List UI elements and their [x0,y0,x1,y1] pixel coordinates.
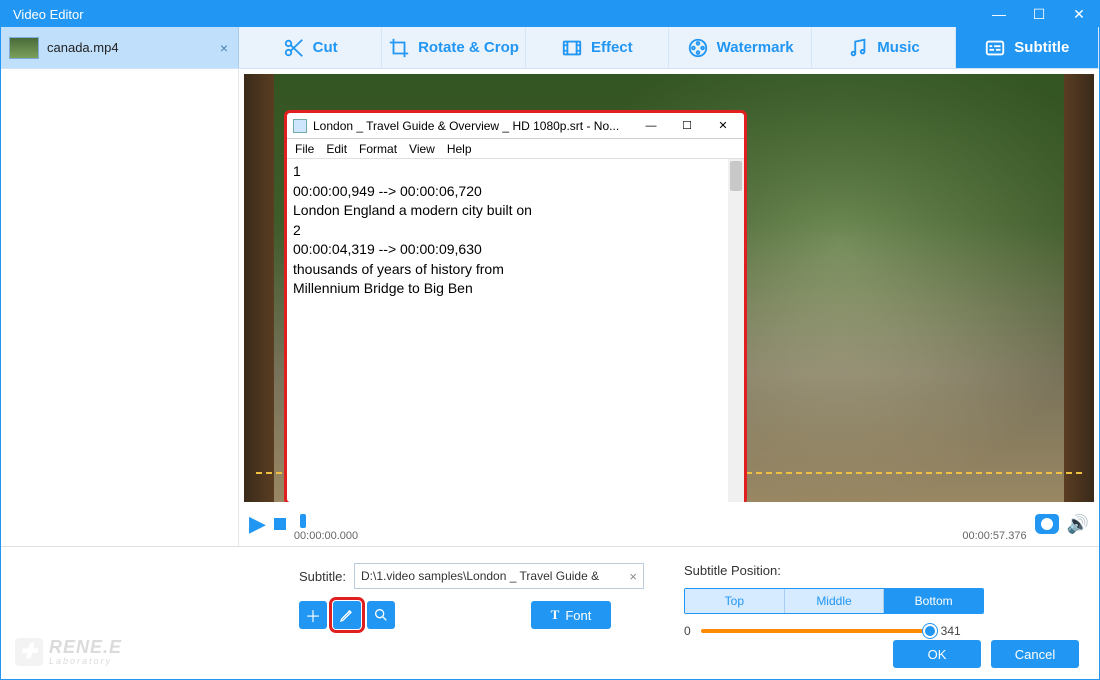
dialog-buttons: OK Cancel [893,640,1079,668]
scrollbar-thumb[interactable] [730,161,742,191]
position-middle[interactable]: Middle [785,589,885,613]
notepad-window: London _ Travel Guide & Overview _ HD 10… [284,110,747,502]
notepad-app-icon [293,119,307,133]
position-bottom[interactable]: Bottom [884,589,983,613]
music-note-icon [847,37,869,59]
tab-label: Cut [313,39,338,56]
tab-label: Watermark [717,39,794,56]
notepad-text: 1 00:00:00,949 --> 00:00:06,720 London E… [293,163,532,296]
notepad-close-button[interactable]: ✕ [708,116,738,136]
position-top[interactable]: Top [685,589,785,613]
titlebar: Video Editor — ☐ ✕ [1,1,1099,27]
stop-button[interactable] [274,518,286,530]
notepad-menu-file[interactable]: File [295,142,314,156]
notepad-menu-format[interactable]: Format [359,142,397,156]
tab-label: Music [877,39,920,56]
notepad-menubar: File Edit Format View Help [287,139,744,159]
scissors-icon [283,37,305,59]
notepad-body[interactable]: 1 00:00:00,949 --> 00:00:06,720 London E… [287,159,744,502]
logo-plus-icon: ✚ [15,638,43,666]
notepad-titlebar[interactable]: London _ Travel Guide & Overview _ HD 10… [287,113,744,139]
position-segmented: Top Middle Bottom [684,588,984,614]
crop-icon [388,37,410,59]
search-icon [373,607,389,623]
tab-label: Subtitle [1014,39,1069,56]
bottom-panel: Subtitle: D:\1.video samples\London _ Tr… [1,546,1099,680]
notepad-menu-edit[interactable]: Edit [326,142,347,156]
notepad-maximize-button[interactable]: ☐ [672,116,702,136]
subtitle-icon [984,37,1006,59]
topbar: canada.mp4 × Cut Rotate & Crop Effect Wa… [1,27,1099,69]
slider-knob[interactable] [923,624,937,638]
subtitle-path-input[interactable]: D:\1.video samples\London _ Travel Guide… [354,563,644,589]
clear-path-icon[interactable]: × [629,569,637,584]
sidebar [1,69,239,546]
tab-cut[interactable]: Cut [239,27,382,68]
tool-tabs: Cut Rotate & Crop Effect Watermark Music… [239,27,1099,68]
brand-sub: Laboratory [49,656,122,666]
notepad-menu-help[interactable]: Help [447,142,472,156]
film-icon [561,37,583,59]
maximize-button[interactable]: ☐ [1019,1,1059,27]
tab-label: Effect [591,39,633,56]
window-title: Video Editor [13,7,84,22]
search-subtitle-button[interactable] [367,601,395,629]
timeline-knob[interactable] [300,514,306,528]
file-name: canada.mp4 [47,40,119,55]
subtitle-path-text: D:\1.video samples\London _ Travel Guide… [361,569,599,583]
workarea: Subtitle London _ Travel Guide & Overvie… [1,69,1099,546]
brand-logo: ✚ RENE.E Laboratory [15,637,122,666]
add-subtitle-button[interactable]: ＋ [299,601,327,629]
cancel-button[interactable]: Cancel [991,640,1079,668]
volume-icon[interactable]: 🔊 [1067,514,1089,535]
slider-min: 0 [684,624,691,638]
preview-pane: Subtitle London _ Travel Guide & Overvie… [239,69,1099,546]
time-end: 00:00:57.376 [962,530,1026,542]
tab-effect[interactable]: Effect [526,27,669,68]
tab-watermark[interactable]: Watermark [669,27,812,68]
tab-label: Rotate & Crop [418,39,519,56]
font-label: Font [565,608,591,623]
file-thumbnail [9,37,39,59]
file-tab[interactable]: canada.mp4 × [1,27,239,68]
scene-tree-right [1064,74,1094,502]
scene-tree-left [244,74,274,502]
notepad-minimize-button[interactable] [636,116,666,136]
window-controls: — ☐ ✕ [979,1,1099,27]
video-frame: Subtitle London _ Travel Guide & Overvie… [244,74,1094,502]
position-label: Subtitle Position: [684,563,984,578]
file-tab-close-icon[interactable]: × [220,40,228,56]
notepad-menu-view[interactable]: View [409,142,435,156]
edit-subtitle-button[interactable] [333,601,361,629]
tab-music[interactable]: Music [812,27,955,68]
font-t-icon: T [551,607,560,623]
tab-rotate-crop[interactable]: Rotate & Crop [382,27,525,68]
notepad-scrollbar[interactable] [728,159,744,502]
notepad-title: London _ Travel Guide & Overview _ HD 10… [313,119,619,133]
snapshot-button[interactable] [1035,514,1059,534]
pencil-icon [339,607,355,623]
brand-name: RENE.E [49,637,122,657]
minimize-button[interactable]: — [979,1,1019,27]
reel-icon [687,37,709,59]
position-slider[interactable] [701,629,931,633]
subtitle-label: Subtitle: [299,569,346,584]
ok-button[interactable]: OK [893,640,981,668]
font-button[interactable]: T Font [531,601,611,629]
close-button[interactable]: ✕ [1059,1,1099,27]
transport-bar: ▶ 00:00:00.000 00:00:57.376 🔊 [239,502,1099,546]
subtitle-controls-left: Subtitle: D:\1.video samples\London _ Tr… [299,563,644,670]
tab-subtitle[interactable]: Subtitle [956,27,1099,68]
play-button[interactable]: ▶ [249,511,266,537]
slider-max: 341 [941,624,961,638]
time-start: 00:00:00.000 [294,530,358,542]
